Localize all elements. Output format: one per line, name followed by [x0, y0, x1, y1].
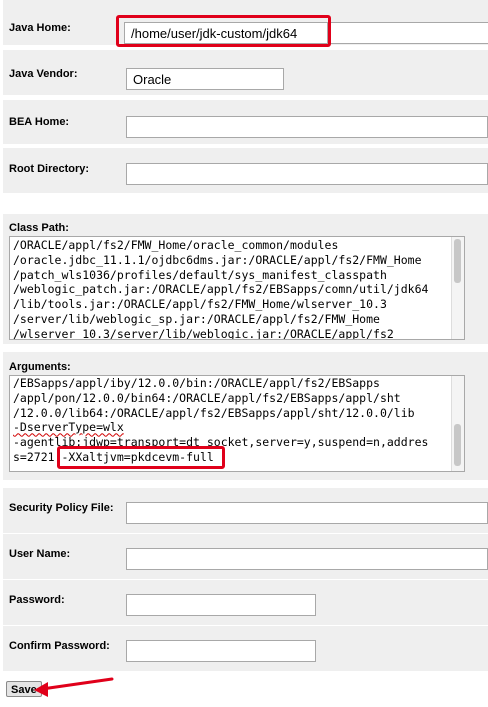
class-path-line: /server/lib/weblogic_sp.jar:/ORACLE/appl… [13, 311, 380, 326]
arguments-line: /EBSapps/appl/iby/12.0.0/bin:/ORACLE/app… [13, 376, 380, 390]
arguments-line: /12.0.0/lib64:/ORACLE/appl/fs2/EBSapps/a… [13, 405, 415, 420]
root-directory-input[interactable] [126, 163, 488, 185]
security-policy-label: Security Policy File: [9, 502, 114, 514]
class-path-label: Class Path: [9, 222, 69, 234]
arrow-icon [34, 677, 114, 697]
user-name-label: User Name: [9, 548, 71, 560]
java-home-label: Java Home: [9, 22, 71, 34]
class-path-line: /wlserver_10.3/server/lib/weblogic.jar:/… [13, 326, 394, 340]
bea-home-input[interactable] [126, 116, 488, 138]
security-policy-input[interactable] [126, 502, 488, 524]
arguments-line: /appl/pon/12.0.0/bin64:/ORACLE/appl/fs2/… [13, 390, 401, 405]
arguments-scroll-thumb[interactable] [454, 424, 461, 466]
class-path-line: /oracle.jdbc_11.1.1/ojdbc6dms.jar:/ORACL… [13, 252, 422, 267]
bea-home-label: BEA Home: [9, 116, 70, 128]
class-path-line: /ORACLE/appl/fs2/FMW_Home/oracle_common/… [13, 238, 339, 252]
confirm-password-input[interactable] [126, 640, 316, 662]
password-label: Password: [9, 594, 65, 606]
class-path-line: /lib/tools.jar:/ORACLE/appl/fs2/FMW_Home… [13, 297, 387, 312]
class-path-scroll-thumb[interactable] [454, 239, 461, 283]
class-path-scrollbar[interactable] [451, 237, 464, 339]
java-vendor-input[interactable]: Oracle [126, 68, 284, 90]
class-path-line: /patch_wls1036/profiles/default/sys_mani… [13, 267, 387, 282]
arguments-line: -DserverType=wlx [13, 420, 124, 435]
password-input[interactable] [126, 594, 316, 616]
java-home-input-overflow [331, 22, 488, 44]
root-directory-label: Root Directory: [9, 163, 90, 175]
user-name-input[interactable] [126, 548, 488, 570]
confirm-password-label: Confirm Password: [9, 640, 110, 652]
java-home-highlight [116, 15, 331, 47]
arguments-highlight [57, 446, 225, 469]
class-path-textarea[interactable]: /ORACLE/appl/fs2/FMW_Home/oracle_common/… [9, 236, 465, 340]
class-path-line: /weblogic_patch.jar:/ORACLE/appl/fs2/EBS… [13, 282, 429, 297]
arguments-last-line-prefix: s=2721 [13, 449, 62, 464]
arguments-label: Arguments: [9, 361, 71, 373]
arguments-scrollbar[interactable] [451, 376, 464, 471]
java-vendor-label: Java Vendor: [9, 68, 78, 80]
